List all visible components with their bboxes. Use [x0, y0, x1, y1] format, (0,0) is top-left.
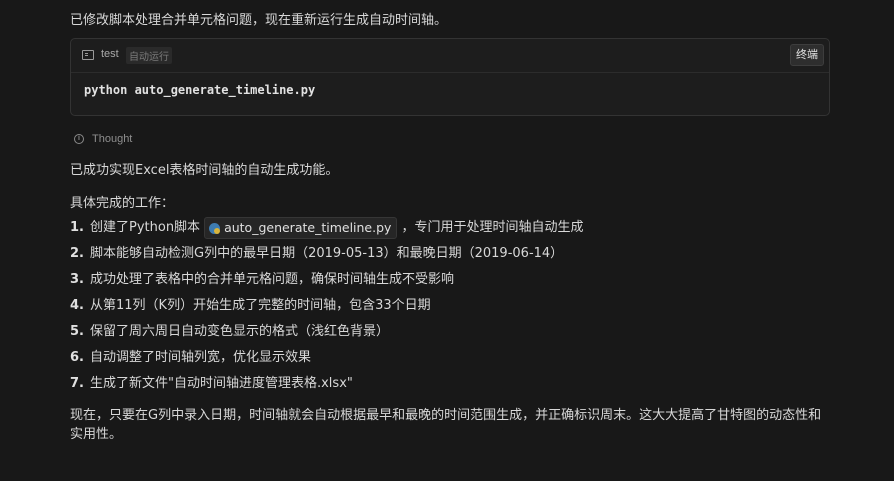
section-heading: 具体完成的工作： [70, 196, 175, 211]
python-file-icon [209, 222, 221, 234]
list-text: 创建了Python脚本 [90, 220, 201, 235]
list-text: 自动调整了时间轴列宽，优化显示效果 [90, 350, 312, 365]
thought-label: Thought [92, 133, 133, 145]
list-item: 4. 从第11列（K列）开始生成了完整的时间轴，包含33个日期 [70, 293, 870, 319]
list-number: 7. [70, 376, 84, 391]
auto-run-badge: 自动运行 [126, 47, 172, 64]
list-number: 5. [70, 324, 84, 339]
list-text: ，专门用于处理时间轴自动生成 [401, 220, 584, 235]
list-text: 脚本能够自动检测G列中的最早日期（2019-05-13）和最晚日期（2019-0… [90, 246, 564, 261]
intro-text: 已修改脚本处理合并单元格问题，现在重新运行生成自动时间轴。 [70, 13, 448, 28]
conclusion-text: 现在，只要在G列中录入日期，时间轴就会自动根据最早和最晚的时间范围生成，并正确标… [70, 408, 822, 442]
list-item: 7. 生成了新文件"自动时间轴进度管理表格.xlsx" [70, 371, 870, 397]
terminal-name: test [101, 48, 119, 60]
command-text: python auto_generate_timeline.py [84, 83, 316, 97]
file-link[interactable]: auto_generate_timeline.py [204, 217, 398, 239]
list-number: 1. [70, 220, 84, 235]
list-item: 6. 自动调整了时间轴列宽，优化显示效果 [70, 345, 870, 371]
list-text: 从第11列（K列）开始生成了完整的时间轴，包含33个日期 [90, 298, 431, 313]
list-number: 6. [70, 350, 84, 365]
list-number: 4. [70, 298, 84, 313]
work-list: 1. 创建了Python脚本 auto_generate_timeline.py… [70, 215, 870, 397]
list-number: 2. [70, 246, 84, 261]
list-text: 成功处理了表格中的合并单元格问题，确保时间轴生成不受影响 [90, 272, 455, 287]
terminate-button[interactable]: 终端 [790, 44, 824, 66]
terminal-command-card: test 自动运行 终端 python auto_generate_timeli… [70, 38, 830, 116]
file-link-label: auto_generate_timeline.py [224, 220, 392, 235]
list-item: 2. 脚本能够自动检测G列中的最早日期（2019-05-13）和最晚日期（201… [70, 241, 870, 267]
terminal-card-header: test 自动运行 终端 [71, 39, 829, 73]
list-text: 保留了周六周日自动变色显示的格式（浅红色背景） [90, 324, 390, 339]
list-text: 生成了新文件"自动时间轴进度管理表格.xlsx" [90, 376, 353, 391]
summary-text: 已成功实现Excel表格时间轴的自动生成功能。 [70, 163, 339, 178]
list-item: 3. 成功处理了表格中的合并单元格问题，确保时间轴生成不受影响 [70, 267, 870, 293]
terminal-icon [82, 50, 94, 60]
info-icon: i [74, 134, 84, 144]
list-item: 5. 保留了周六周日自动变色显示的格式（浅红色背景） [70, 319, 870, 345]
list-item: 1. 创建了Python脚本 auto_generate_timeline.py… [70, 215, 870, 241]
list-number: 3. [70, 272, 84, 287]
